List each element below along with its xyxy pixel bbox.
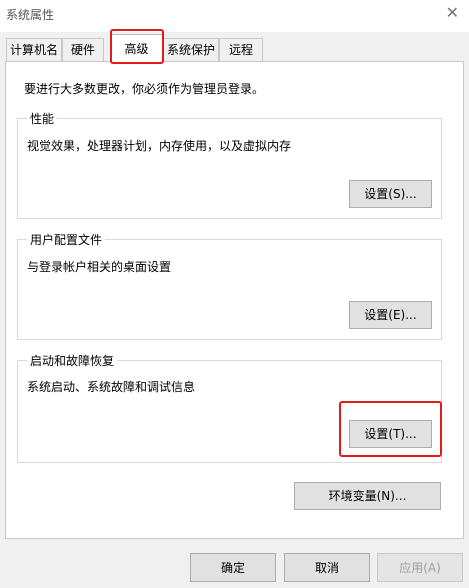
window-title: 系统属性 bbox=[6, 8, 55, 22]
title-bar: 系统属性 ✕ bbox=[0, 0, 469, 32]
startup-recovery-settings-button[interactable]: 设置(T)... bbox=[349, 420, 432, 448]
performance-group: 性能 视觉效果，处理器计划，内存使用，以及虚拟内存 设置(S)... bbox=[17, 110, 442, 219]
advanced-tab-panel: 要进行大多数更改，你必须作为管理员登录。 性能 视觉效果，处理器计划，内存使用，… bbox=[5, 61, 464, 539]
user-profiles-group: 用户配置文件 与登录帐户相关的桌面设置 设置(E)... bbox=[17, 231, 442, 340]
system-properties-dialog: 系统属性 ✕ 计算机名 硬件 高级 系统保护 远程 要进行大多数更改，你必须作为… bbox=[0, 0, 469, 588]
apply-button[interactable]: 应用(A) bbox=[377, 553, 463, 582]
tab-computer-name[interactable]: 计算机名 bbox=[6, 38, 62, 62]
tab-advanced[interactable]: 高级 bbox=[110, 34, 163, 63]
performance-settings-button[interactable]: 设置(S)... bbox=[349, 180, 432, 208]
tab-hardware[interactable]: 硬件 bbox=[62, 38, 104, 62]
user-profiles-legend: 用户配置文件 bbox=[27, 231, 106, 248]
user-profiles-description: 与登录帐户相关的桌面设置 bbox=[27, 260, 172, 274]
close-icon[interactable]: ✕ bbox=[446, 4, 459, 22]
environment-variables-button[interactable]: 环境变量(N)... bbox=[294, 482, 441, 510]
performance-description: 视觉效果，处理器计划，内存使用，以及虚拟内存 bbox=[27, 139, 292, 153]
tab-strip: 计算机名 硬件 高级 系统保护 远程 bbox=[0, 34, 469, 63]
tab-system-protection[interactable]: 系统保护 bbox=[163, 38, 219, 62]
admin-notice: 要进行大多数更改，你必须作为管理员登录。 bbox=[24, 82, 265, 96]
startup-recovery-description: 系统启动、系统故障和调试信息 bbox=[27, 380, 196, 394]
startup-recovery-legend: 启动和故障恢复 bbox=[27, 352, 118, 369]
ok-button[interactable]: 确定 bbox=[190, 553, 276, 582]
cancel-button[interactable]: 取消 bbox=[284, 553, 370, 582]
tab-remote[interactable]: 远程 bbox=[219, 38, 263, 62]
startup-recovery-group: 启动和故障恢复 系统启动、系统故障和调试信息 设置(T)... bbox=[17, 352, 442, 463]
user-profiles-settings-button[interactable]: 设置(E)... bbox=[349, 301, 432, 329]
performance-legend: 性能 bbox=[27, 110, 58, 127]
